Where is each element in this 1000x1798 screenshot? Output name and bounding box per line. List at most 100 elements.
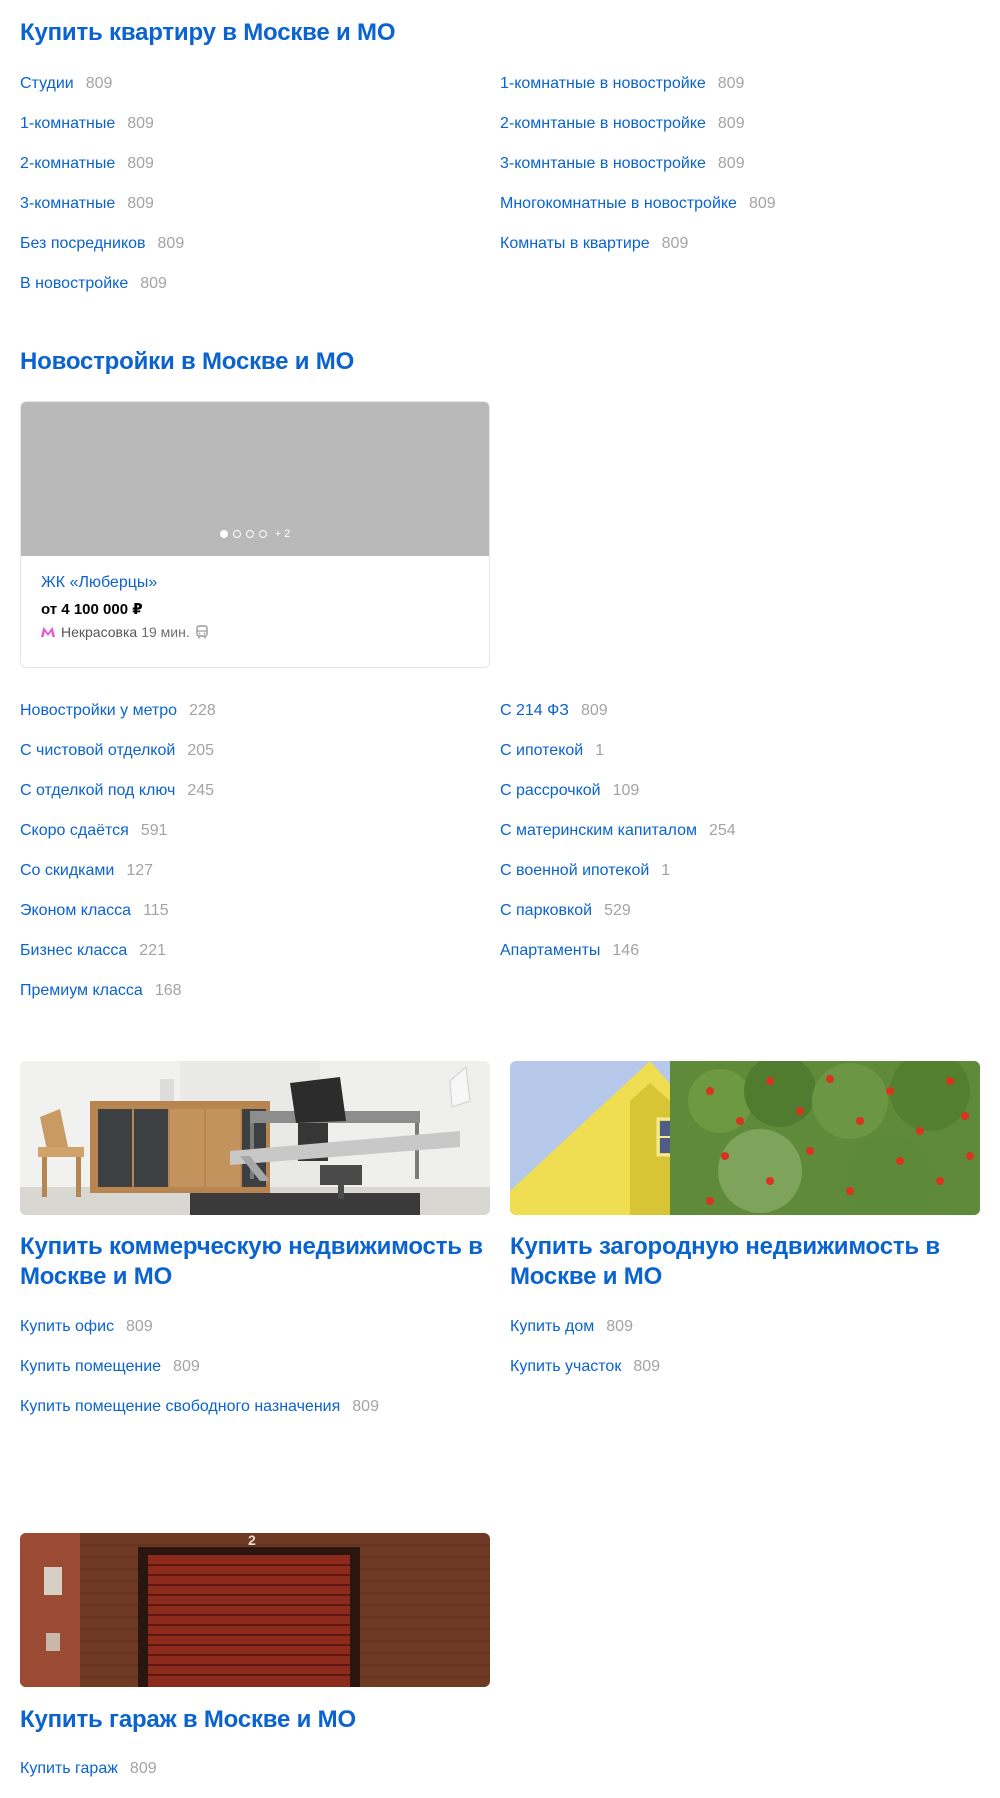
list-item: Комнаты в квартире 809	[500, 224, 980, 264]
pagination-dot[interactable]	[245, 530, 254, 538]
count: 809	[127, 115, 154, 132]
link-maternity-capital[interactable]: С материнским капиталом	[500, 822, 697, 840]
count: 809	[661, 235, 689, 252]
count: 168	[154, 982, 182, 999]
list-item: 2-комнтаные в новостройке 809	[500, 104, 980, 144]
bus-icon	[196, 625, 208, 639]
count: 1	[661, 862, 671, 879]
link-parking[interactable]: С парковкой	[500, 902, 592, 920]
link-buy-free-purpose[interactable]: Купить помещение свободного назначения	[20, 1398, 340, 1416]
link-1-room-new[interactable]: 1-комнатные в новостройке	[500, 75, 706, 93]
garage-image[interactable]: 2	[20, 1533, 490, 1687]
pagination-dot[interactable]	[232, 530, 241, 538]
link-3-room[interactable]: 3-комнатные	[20, 195, 115, 213]
list-item: С военной ипотекой 1	[500, 851, 980, 891]
count: 529	[604, 902, 631, 919]
count: 809	[173, 1358, 200, 1375]
link-studios[interactable]: Студии	[20, 75, 74, 93]
list-item: Эконом класса 115	[20, 891, 500, 931]
commercial-image[interactable]	[20, 1061, 490, 1215]
count: 809	[140, 275, 167, 292]
link-mortgage[interactable]: С ипотекой	[500, 742, 583, 760]
link-soon[interactable]: Скоро сдаётся	[20, 822, 129, 840]
apartments-title: Купить квартиру в Москве и МО	[20, 19, 396, 46]
link-economy[interactable]: Эконом класса	[20, 902, 131, 920]
link-installment[interactable]: С рассрочкой	[500, 782, 601, 800]
list-item: Купить дом 809	[510, 1307, 980, 1347]
count: 809	[580, 702, 608, 719]
newbuildings-right-list: С 214 ФЗ 809 С ипотекой 1 С рассрочкой 109 …	[500, 691, 980, 1011]
link-apartments[interactable]: Апартаменты	[500, 942, 600, 960]
link-business[interactable]: Бизнес класса	[20, 942, 127, 960]
card-photo[interactable]: + 2	[21, 402, 489, 556]
list-item: С парковкой 529	[500, 891, 980, 931]
count: 228	[189, 702, 216, 719]
count: 146	[612, 942, 640, 959]
pagination-dot[interactable]	[258, 530, 267, 538]
card-title-link[interactable]: ЖК «Люберцы»	[41, 572, 469, 594]
list-item: 1-комнатные 809	[20, 104, 500, 144]
garage-door-number: 2	[248, 1533, 256, 1548]
newbuildings-section: Новостройки в Москве и МО	[20, 347, 980, 377]
country-title: Купить загородную недвижимость в Москве …	[510, 1233, 940, 1290]
list-item: Без посредников 809	[20, 224, 500, 264]
list-item: 2-комнатные 809	[20, 144, 500, 184]
newbuildings-left-list: Новостройки у метро 228 С чистовой отделк…	[20, 691, 500, 1011]
garage-list: Купить гараж 809	[20, 1749, 490, 1789]
link-buy-office[interactable]: Купить офис	[20, 1318, 114, 1336]
count: 809	[633, 1358, 661, 1375]
link-military-mortgage[interactable]: С военной ипотекой	[500, 862, 649, 880]
count: 809	[85, 75, 113, 92]
list-item: Новостройки у метро 228	[20, 691, 500, 731]
list-item: С 214 ФЗ 809	[500, 691, 980, 731]
newbuildings-title: Новостройки в Москве и МО	[20, 348, 355, 375]
link-buy-house[interactable]: Купить дом	[510, 1318, 594, 1336]
link-in-newbuilding[interactable]: В новостройке	[20, 275, 128, 293]
link-turnkey[interactable]: С отделкой под ключ	[20, 782, 175, 800]
list-item: Купить офис 809	[20, 1307, 490, 1347]
count: 109	[612, 782, 640, 799]
newbuilding-card[interactable]: + 2 ЖК «Люберцы» от 4 100 000 ₽ Некрасов…	[20, 401, 490, 668]
list-item: С материнским капиталом 254	[500, 811, 980, 851]
list-item: В новостройке 809	[20, 264, 500, 304]
photo-pagination[interactable]: + 2	[21, 528, 489, 540]
list-item: Купить гараж 809	[20, 1749, 490, 1789]
count: 809	[127, 195, 154, 212]
link-buy-garage[interactable]: Купить гараж	[20, 1760, 118, 1778]
link-buy-premises[interactable]: Купить помещение	[20, 1358, 161, 1376]
link-multi-room-new[interactable]: Многокомнатные в новостройке	[500, 195, 737, 213]
count: 809	[748, 195, 776, 212]
link-2-room[interactable]: 2-комнатные	[20, 155, 115, 173]
pagination-dot-active[interactable]	[219, 530, 228, 538]
link-finishing[interactable]: С чистовой отделкой	[20, 742, 175, 760]
link-rooms-in-flat[interactable]: Комнаты в квартире	[500, 235, 650, 253]
link-buy-land[interactable]: Купить участок	[510, 1358, 621, 1376]
list-item: С отделкой под ключ 245	[20, 771, 500, 811]
count: 809	[126, 1318, 153, 1335]
link-no-agents[interactable]: Без посредников	[20, 235, 146, 253]
link-3-room-new[interactable]: 3-комнтаные в новостройке	[500, 155, 706, 173]
count: 809	[127, 155, 154, 172]
newbuildings-links: Новостройки у метро 228 С чистовой отделк…	[20, 691, 980, 1011]
apartments-left-list: Студии 809 1-комнатные 809 2-комнатные 809 …	[20, 64, 500, 304]
count: 127	[126, 862, 154, 879]
link-near-metro[interactable]: Новостройки у метро	[20, 702, 177, 720]
count: 809	[157, 235, 185, 252]
link-premium[interactable]: Премиум класса	[20, 982, 143, 1000]
list-item: Бизнес класса 221	[20, 931, 500, 971]
link-1-room[interactable]: 1-комнатные	[20, 115, 115, 133]
list-item: Купить помещение свободного назначения 80…	[20, 1387, 490, 1427]
count: 115	[143, 902, 169, 919]
count: 1	[595, 742, 605, 759]
list-item: Премиум класса 168	[20, 971, 500, 1011]
count: 254	[708, 822, 736, 839]
country-house-image[interactable]	[510, 1061, 980, 1215]
country-list: Купить дом 809 Купить участок 809	[510, 1307, 980, 1387]
count: 205	[187, 742, 215, 759]
link-214fz[interactable]: С 214 ФЗ	[500, 702, 569, 720]
link-discounts[interactable]: Со скидками	[20, 862, 114, 880]
metro-station: Некрасовка	[61, 624, 138, 640]
link-2-room-new[interactable]: 2-комнтаные в новостройке	[500, 115, 706, 133]
list-item: С рассрочкой 109	[500, 771, 980, 811]
count: 809	[717, 75, 745, 92]
